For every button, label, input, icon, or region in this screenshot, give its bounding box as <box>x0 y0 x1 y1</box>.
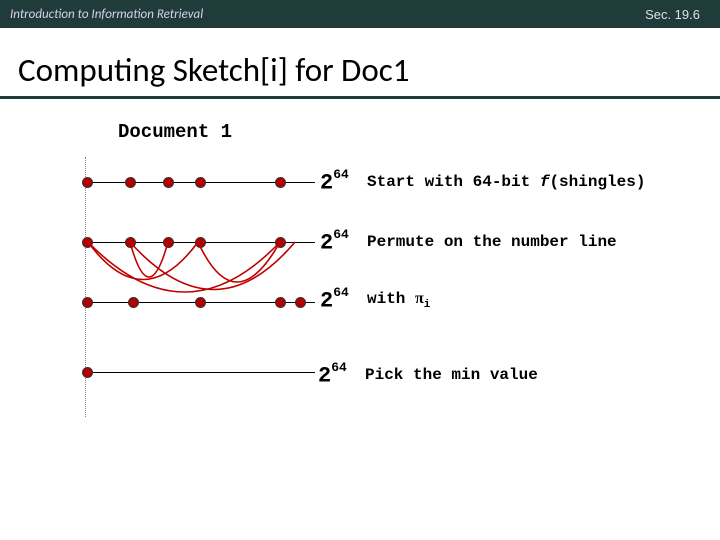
shingle-dot <box>195 177 206 188</box>
diagram-area: 264 Start with 64-bit f(shingles) 264 Pe… <box>0 157 720 457</box>
power-exp: 64 <box>333 167 349 182</box>
power-base: 2 <box>320 288 333 313</box>
shingle-dot <box>275 177 286 188</box>
power-exp: 64 <box>333 227 349 242</box>
shingle-dot <box>82 177 93 188</box>
content-area: Document 1 264 Start with 64-bit f(shing… <box>0 99 720 457</box>
document-label: Document 1 <box>118 121 720 143</box>
section-number: Sec. 19.6 <box>645 7 710 22</box>
two-to-64-label-3: 264 <box>320 287 349 313</box>
course-title: Introduction to Information Retrieval <box>10 7 203 22</box>
step-4-text: Pick the min value <box>365 366 538 384</box>
shingle-dot <box>275 297 286 308</box>
shingle-dot <box>82 367 93 378</box>
shingle-dot <box>195 297 206 308</box>
two-to-64-label-1: 264 <box>320 169 349 195</box>
shingle-dot <box>125 177 136 188</box>
two-to-64-label-4: 264 <box>318 362 347 388</box>
slide-title: Computing Sketch[i] for Doc1 <box>0 28 720 96</box>
power-exp: 64 <box>331 360 347 375</box>
power-exp: 64 <box>333 285 349 300</box>
shingle-dot <box>82 297 93 308</box>
permutation-arcs <box>85 242 315 304</box>
power-base: 2 <box>320 230 333 255</box>
two-to-64-label-2: 264 <box>320 229 349 255</box>
step-2-text: Permute on the number line <box>367 233 617 251</box>
shingle-dot <box>128 297 139 308</box>
step-3-text: with πi <box>367 290 430 311</box>
step-1-text: Start with 64-bit f(shingles) <box>367 173 645 191</box>
power-base: 2 <box>318 363 331 388</box>
shingle-dot <box>163 177 174 188</box>
power-base: 2 <box>320 170 333 195</box>
number-line-4 <box>85 372 315 373</box>
shingle-dot <box>295 297 306 308</box>
slide-header: Introduction to Information Retrieval Se… <box>0 0 720 28</box>
